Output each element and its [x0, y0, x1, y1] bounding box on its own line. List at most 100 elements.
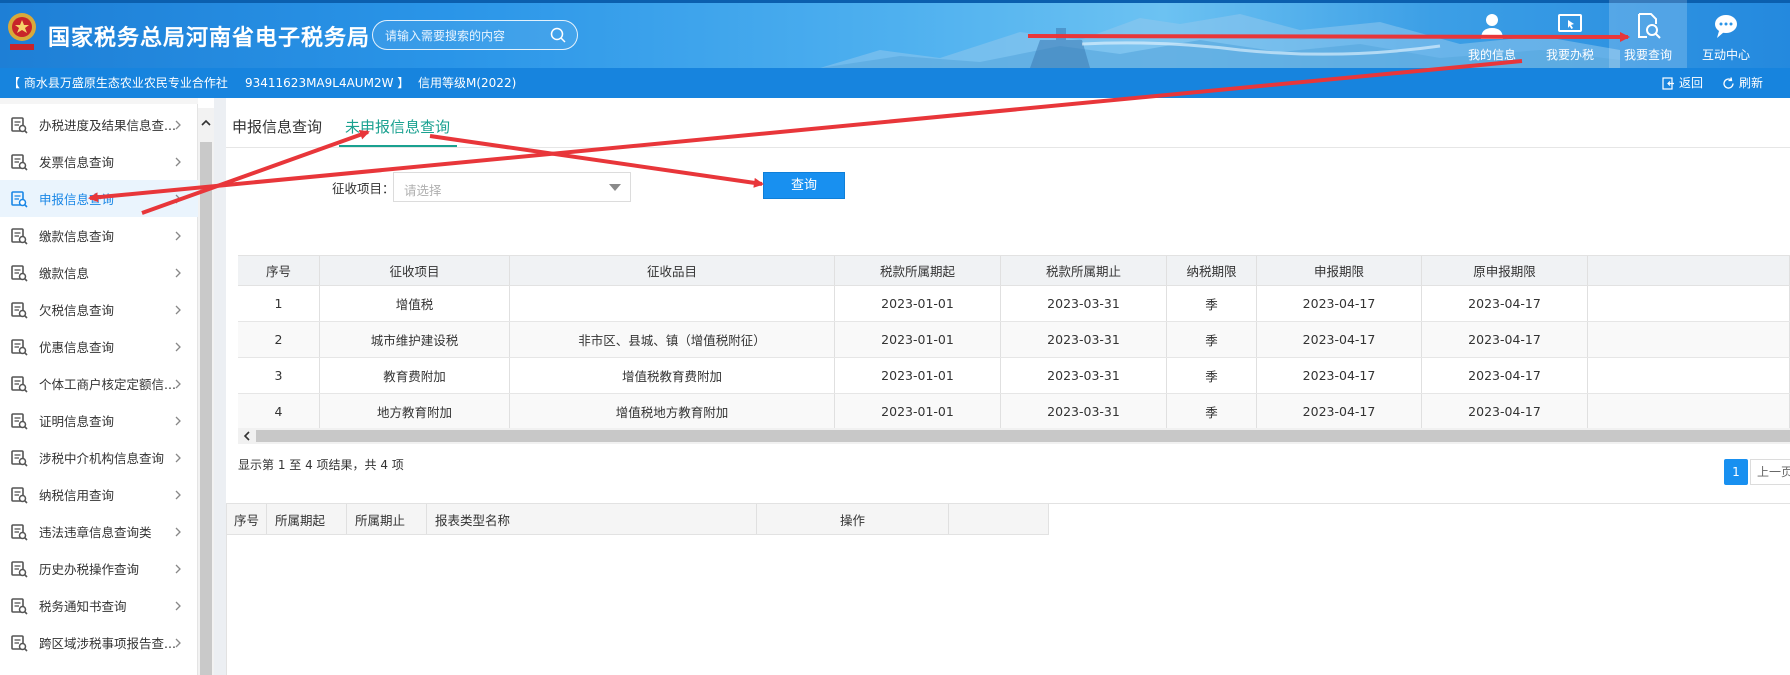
tab-undeclared-info[interactable]: 未申报信息查询	[345, 116, 450, 137]
main-content: 申报信息查询 未申报信息查询 征收项目： 请选择 查询 序号 征收项目 征收品目 税款…	[226, 98, 1790, 675]
back-button[interactable]: 返回	[1662, 68, 1703, 98]
chevron-right-icon	[175, 379, 181, 388]
table-cell: 2023-03-31	[1001, 286, 1167, 321]
violation-query-icon	[11, 523, 28, 541]
taxpayer-name: 【 商水县万盛原生态农业农民专业合作社	[8, 76, 228, 90]
preferential-query-icon	[11, 338, 28, 356]
query-button[interactable]: 查询	[763, 172, 845, 199]
sidebar-item-label: 申报信息查询	[39, 192, 115, 207]
refresh-button[interactable]: 刷新	[1722, 68, 1763, 98]
search-box[interactable]	[372, 20, 578, 50]
sidebar-item-15[interactable]: 跨区域涉税事项报告查...	[0, 624, 198, 661]
content-gutter	[214, 98, 226, 675]
taxpayer-id: 93411623MA9L4AUM2W 】	[245, 76, 410, 90]
chevron-right-icon	[175, 157, 181, 166]
table-cell: 2023-04-17	[1422, 286, 1588, 321]
sidebar-item-6[interactable]: 欠税信息查询	[0, 291, 198, 328]
sidebar-item-label: 个体工商户核定定额信...	[39, 377, 176, 392]
result-summary: 显示第 1 至 4 项结果，共 4 项	[238, 458, 404, 472]
table-cell: 教育费附加	[320, 358, 510, 393]
chevron-left-icon[interactable]	[242, 431, 252, 441]
table-horizontal-scrollbar[interactable]	[238, 428, 1790, 444]
sidebar-item-8[interactable]: 个体工商户核定定额信...	[0, 365, 198, 402]
table-row[interactable]: 3 教育费附加 增值税教育费附加 2023-01-01 2023-03-31 季 2023-…	[238, 358, 1790, 394]
sidebar-item-14[interactable]: 税务通知书查询	[0, 587, 198, 624]
search-input[interactable]	[385, 26, 545, 46]
table-cell: 2023-04-17	[1257, 286, 1422, 321]
page-1-button[interactable]: 1	[1724, 459, 1748, 485]
column-header: 所属期起	[267, 504, 347, 534]
nav-query[interactable]: 我要查询	[1609, 0, 1687, 68]
sidebar-item-2[interactable]: 发票信息查询	[0, 143, 198, 180]
column-header: 操作	[757, 504, 949, 534]
table-cell: 2	[238, 322, 320, 357]
sidebar-scrollbar-thumb[interactable]	[200, 142, 212, 675]
table-row[interactable]: 2 城市维护建设税 非市区、县城、镇（增值税附征） 2023-01-01 2023-03…	[238, 322, 1790, 358]
table-scrollbar-thumb[interactable]	[256, 430, 1790, 442]
sidebar-item-label: 办税进度及结果信息查...	[39, 118, 176, 133]
nav-label: 互动中心	[1701, 48, 1750, 62]
payment-info-icon	[11, 264, 28, 282]
credit-level: 信用等级M(2022)	[418, 76, 517, 90]
table-cell: 2023-03-31	[1001, 394, 1167, 429]
sidebar-item-11[interactable]: 纳税信用查询	[0, 476, 198, 513]
table-cell: 季	[1167, 394, 1257, 429]
table-row[interactable]: 4 地方教育附加 增值税地方教育附加 2023-01-01 2023-03-31 季 202…	[238, 394, 1790, 430]
column-header: 报表类型名称	[427, 504, 757, 534]
sidebar-scrollbar[interactable]	[198, 108, 214, 675]
sidebar-menu: 办税进度及结果信息查... 发票信息查询申报信息查询缴款信息查询 缴款信息欠税信息查…	[0, 98, 198, 675]
credit-query-icon	[11, 486, 28, 504]
table-cell-overflow	[1588, 394, 1790, 429]
sidebar-item-label: 欠税信息查询	[39, 303, 115, 318]
column-header: 纳税期限	[1167, 256, 1257, 285]
chevron-right-icon	[175, 527, 181, 536]
declaration-query-icon	[11, 190, 28, 208]
nav-interaction-center[interactable]: 互动中心	[1687, 0, 1765, 68]
nav-label: 我要查询	[1623, 48, 1672, 62]
prev-page-button[interactable]: 上一页	[1750, 459, 1790, 485]
table-row[interactable]: 1 增值税 2023-01-01 2023-03-31 季 2023-04-17 2023-…	[238, 286, 1790, 322]
table-cell: 1	[238, 286, 320, 321]
table-cell-overflow	[1588, 322, 1790, 357]
tab-declared-info[interactable]: 申报信息查询	[232, 116, 322, 137]
refresh-label: 刷新	[1739, 76, 1764, 90]
chevron-right-icon	[175, 120, 181, 129]
undeclared-table-header: 序号 征收项目 征收品目 税款所属期起 税款所属期止 纳税期限 申报期限 原申报期限	[238, 255, 1790, 286]
column-header: 原申报期限	[1422, 256, 1588, 285]
report-table: 序号 所属期起 所属期止 报表类型名称 操作	[226, 503, 1790, 675]
sidebar-item-10[interactable]: 涉税中介机构信息查询	[0, 439, 198, 476]
sidebar-item-7[interactable]: 优惠信息查询	[0, 328, 198, 365]
sidebar-item-13[interactable]: 历史办税操作查询	[0, 550, 198, 587]
sidebar-item-9[interactable]: 证明信息查询	[0, 402, 198, 439]
table-cell: 增值税	[320, 286, 510, 321]
levy-item-placeholder: 请选择	[404, 183, 442, 198]
sidebar-item-12[interactable]: 违法违章信息查询类	[0, 513, 198, 550]
search-icon[interactable]	[549, 26, 567, 44]
table-cell: 季	[1167, 286, 1257, 321]
table-cell: 2023-04-17	[1257, 358, 1422, 393]
nav-public[interactable]: 公	[1765, 0, 1790, 68]
sidebar-item-1[interactable]: 办税进度及结果信息查...	[0, 106, 198, 143]
table-cell: 季	[1167, 358, 1257, 393]
sidebar-item-5[interactable]: 缴款信息	[0, 254, 198, 291]
nav-my-info[interactable]: 我的信息	[1453, 0, 1531, 68]
quota-query-icon	[11, 375, 28, 393]
levy-item-select[interactable]: 请选择	[393, 172, 631, 202]
table-cell: 4	[238, 394, 320, 429]
nav-label: 我的信息	[1467, 48, 1516, 62]
chevron-right-icon	[175, 490, 181, 499]
table-cell: 城市维护建设税	[320, 322, 510, 357]
chevron-right-icon	[175, 342, 181, 351]
scroll-up-icon[interactable]	[201, 118, 211, 128]
table-cell: 2023-01-01	[835, 286, 1001, 321]
sidebar-item-3[interactable]: 申报信息查询	[0, 180, 198, 217]
sidebar-item-4[interactable]: 缴款信息查询	[0, 217, 198, 254]
chevron-down-icon	[609, 184, 621, 191]
table-cell: 2023-01-01	[835, 394, 1001, 429]
nav-do-tax[interactable]: 我要办税	[1531, 0, 1609, 68]
table-cell: 2023-01-01	[835, 322, 1001, 357]
sidebar-top-strip	[0, 98, 198, 104]
top-header: 国家税务总局河南省电子税务局 我的信息 我要办税	[0, 0, 1790, 68]
table-cell: 2023-04-17	[1257, 394, 1422, 429]
column-header: 所属期止	[347, 504, 427, 534]
